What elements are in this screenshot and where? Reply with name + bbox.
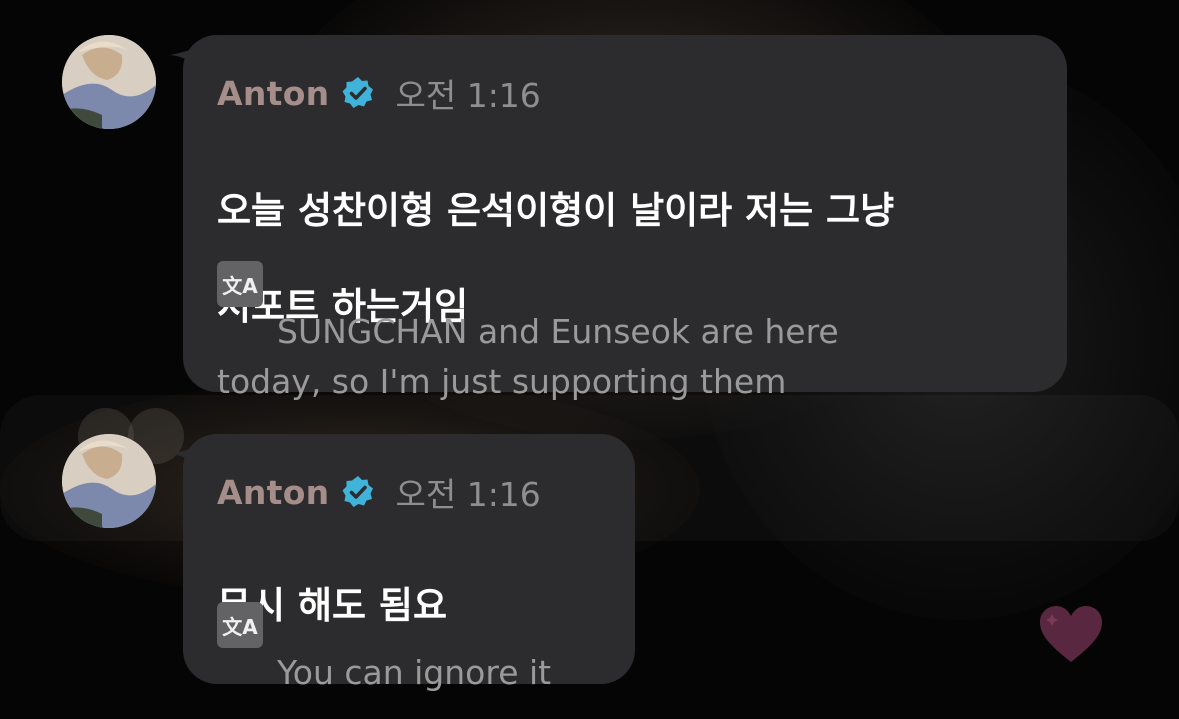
author-name[interactable]: Anton [217, 473, 329, 512]
avatar[interactable] [62, 434, 156, 528]
message-header: Anton 오전 1:16 [217, 73, 541, 116]
message-bubble[interactable]: Anton 오전 1:16 오늘 성찬이형 은석이형이 날이라 저는 그냥 서포… [183, 35, 1067, 401]
original-text-line: 오늘 성찬이형 은석이형이 날이라 저는 그냥 [217, 189, 895, 232]
timestamp: 오전 1:16 [395, 475, 541, 514]
author-name[interactable]: Anton [217, 74, 329, 113]
timestamp: 오전 1:16 [395, 76, 541, 115]
avatar[interactable] [62, 35, 156, 129]
message-bubble[interactable]: Anton 오전 1:16 무시 해도 됨요 文A You can ignore… [183, 434, 635, 692]
verified-badge-icon [342, 476, 374, 507]
translated-text-line: You can ignore it [277, 653, 552, 692]
translated-text-line: today, so I'm just supporting them [217, 362, 787, 401]
verified-badge-icon [342, 77, 374, 108]
translated-text: You can ignore it [217, 598, 551, 719]
message-header: Anton 오전 1:16 [217, 472, 541, 515]
heart-icon[interactable] [1038, 604, 1104, 664]
